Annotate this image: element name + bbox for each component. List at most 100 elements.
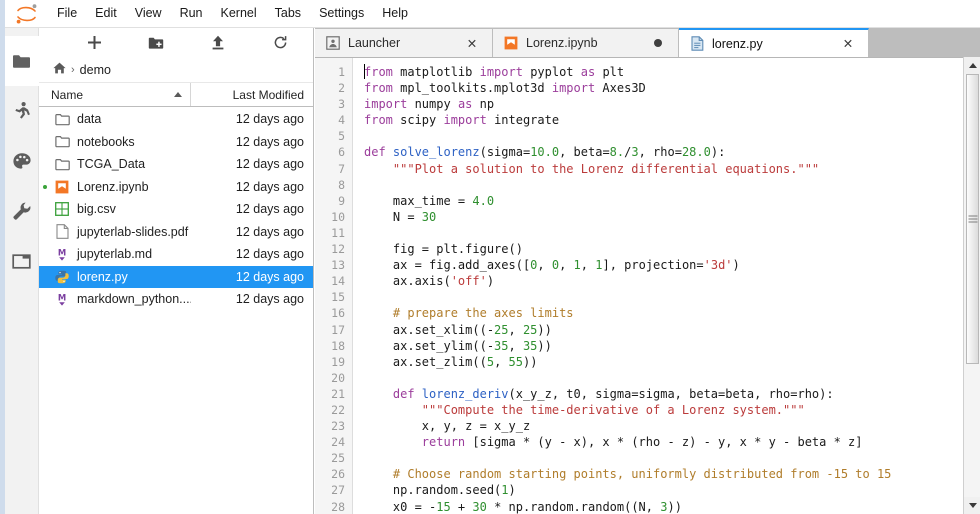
- file-name: TCGA_Data: [77, 157, 146, 172]
- file-list-item[interactable]: big.csv 12 days ago: [39, 198, 313, 221]
- code-token: from: [364, 65, 401, 79]
- code-token: ,: [580, 258, 596, 273]
- scroll-up-arrow[interactable]: [964, 57, 980, 74]
- code-token: 35: [522, 338, 538, 353]
- launcher-icon: [325, 35, 341, 51]
- new-folder-button[interactable]: [125, 29, 187, 57]
- new-launcher-button[interactable]: [63, 29, 125, 57]
- editor-vertical-scrollbar[interactable]: [963, 57, 980, 514]
- tab-lorenz-py[interactable]: lorenz.py ✕: [679, 28, 869, 57]
- code-line: def lorenz_deriv(x_y_z, t0, sigma=sigma,…: [364, 386, 980, 402]
- file-list-item[interactable]: data 12 days ago: [39, 108, 313, 131]
- refresh-file-list-button[interactable]: [249, 29, 311, 57]
- sidebar-item-file-browser[interactable]: [5, 36, 39, 86]
- running-kernel-indicator: [43, 184, 47, 189]
- code-token: , beta=: [559, 145, 610, 160]
- sidebar-item-extensions[interactable]: [5, 136, 39, 186]
- code-token: ax.axis(: [364, 274, 451, 289]
- file-list-item[interactable]: Lorenz.ipynb 12 days ago: [39, 176, 313, 199]
- menu-item-edit[interactable]: Edit: [86, 2, 126, 25]
- line-number: 14: [331, 274, 345, 289]
- code-token: , rho=: [638, 145, 682, 160]
- menu-item-kernel[interactable]: Kernel: [212, 2, 266, 25]
- scroll-thumb[interactable]: [966, 74, 979, 364]
- line-number: 19: [331, 354, 345, 369]
- code-token: # prepare the axes limits: [364, 306, 574, 321]
- column-header-last-modified[interactable]: Last Modified: [191, 83, 313, 106]
- code-token: np.random.seed(: [364, 483, 502, 498]
- tab-close-button[interactable]: ✕: [461, 32, 483, 54]
- code-token: import: [551, 81, 603, 96]
- sidebar-item-open-tabs[interactable]: [5, 236, 39, 286]
- code-line: ax.set_ylim((-35, 35)): [364, 338, 980, 354]
- file-modified: 12 days ago: [235, 269, 304, 284]
- svg-text:M: M: [58, 247, 66, 257]
- breadcrumb-current-folder[interactable]: demo: [80, 63, 111, 77]
- column-header-name[interactable]: Name: [39, 83, 191, 106]
- palette-icon: [12, 152, 32, 171]
- home-icon[interactable]: [53, 62, 66, 77]
- spreadsheet-icon: [49, 199, 75, 219]
- code-token: ,: [537, 258, 552, 273]
- file-name: big.csv: [77, 202, 116, 217]
- upload-files-button[interactable]: [187, 29, 249, 57]
- menu-item-run[interactable]: Run: [171, 2, 212, 25]
- file-list-item[interactable]: M jupyterlab.md 12 days ago: [39, 243, 313, 266]
- code-token: Axes3D: [602, 81, 646, 96]
- file-name: Lorenz.ipynb: [77, 179, 149, 194]
- folder-icon: [49, 154, 75, 174]
- file-modified: 12 days ago: [235, 224, 304, 239]
- new-folder-icon: [148, 36, 164, 50]
- code-line: return [sigma * (y - x), x * (rho - z) -…: [364, 434, 980, 450]
- code-token: )): [667, 499, 682, 514]
- scrollbar-track[interactable]: [964, 74, 980, 497]
- menu-item-view[interactable]: View: [126, 2, 171, 25]
- tab-launcher[interactable]: Launcher ✕: [315, 29, 493, 57]
- code-editor[interactable]: 1 2 3 4 5 6 7 8 9 10 11 12 13 14 15 16 17 18 19 20 21 22 23 24 2…: [315, 57, 980, 514]
- code-token: ): [732, 258, 740, 273]
- code-line: def solve_lorenz(sigma=10.0, beta=8./3, …: [364, 144, 980, 160]
- file-name: data: [77, 112, 102, 127]
- line-number: 28: [331, 499, 345, 514]
- code-token: 4.0: [472, 193, 495, 208]
- file-list-item[interactable]: jupyterlab-slides.pdf 12 days ago: [39, 221, 313, 244]
- code-token: return: [364, 435, 473, 450]
- file-list-item[interactable]: TCGA_Data 12 days ago: [39, 153, 313, 176]
- menu-item-help[interactable]: Help: [373, 2, 417, 25]
- code-content[interactable]: from matplotlib import pyplot as plt from…: [353, 58, 980, 514]
- line-number: 20: [331, 370, 345, 385]
- line-number: 12: [331, 242, 345, 257]
- file-list-item-selected[interactable]: lorenz.py 12 days ago: [39, 265, 313, 288]
- code-token: 30: [421, 209, 437, 224]
- menu-item-settings[interactable]: Settings: [310, 2, 373, 25]
- tab-close-button[interactable]: ✕: [837, 33, 859, 55]
- file-text-icon: [689, 36, 705, 52]
- file-list-item[interactable]: notebooks 12 days ago: [39, 131, 313, 154]
- code-token: 1: [573, 258, 581, 273]
- file-name: jupyterlab-slides.pdf: [77, 224, 189, 239]
- code-token: 0: [551, 258, 560, 273]
- refresh-icon: [273, 35, 288, 50]
- code-token: ): [508, 483, 516, 498]
- code-line: # Choose random starting points, uniform…: [364, 466, 980, 482]
- sidebar-item-running[interactable]: [5, 86, 39, 136]
- menu-item-tabs[interactable]: Tabs: [266, 2, 310, 25]
- line-number: 26: [331, 467, 345, 482]
- file-modified: 12 days ago: [235, 247, 304, 262]
- code-token: # Choose random starting points, uniform…: [364, 467, 892, 482]
- code-token: ], projection=: [602, 258, 704, 273]
- menu-item-file[interactable]: File: [48, 2, 86, 25]
- code-line: import numpy as np: [364, 96, 980, 112]
- line-number: 16: [331, 306, 345, 321]
- file-list-item[interactable]: M markdown_python.... 12 days ago: [39, 288, 313, 311]
- scroll-down-arrow[interactable]: [964, 497, 980, 514]
- tab-label: Launcher: [348, 36, 401, 50]
- line-number: 7: [338, 161, 345, 176]
- code-token: import: [443, 113, 495, 128]
- tab-unsaved-indicator[interactable]: [647, 32, 669, 54]
- tab-lorenz-notebook[interactable]: Lorenz.ipynb: [493, 29, 679, 57]
- sidebar-item-property-inspector[interactable]: [5, 186, 39, 236]
- code-token: matplotlib: [400, 65, 480, 79]
- line-number: 13: [331, 258, 345, 273]
